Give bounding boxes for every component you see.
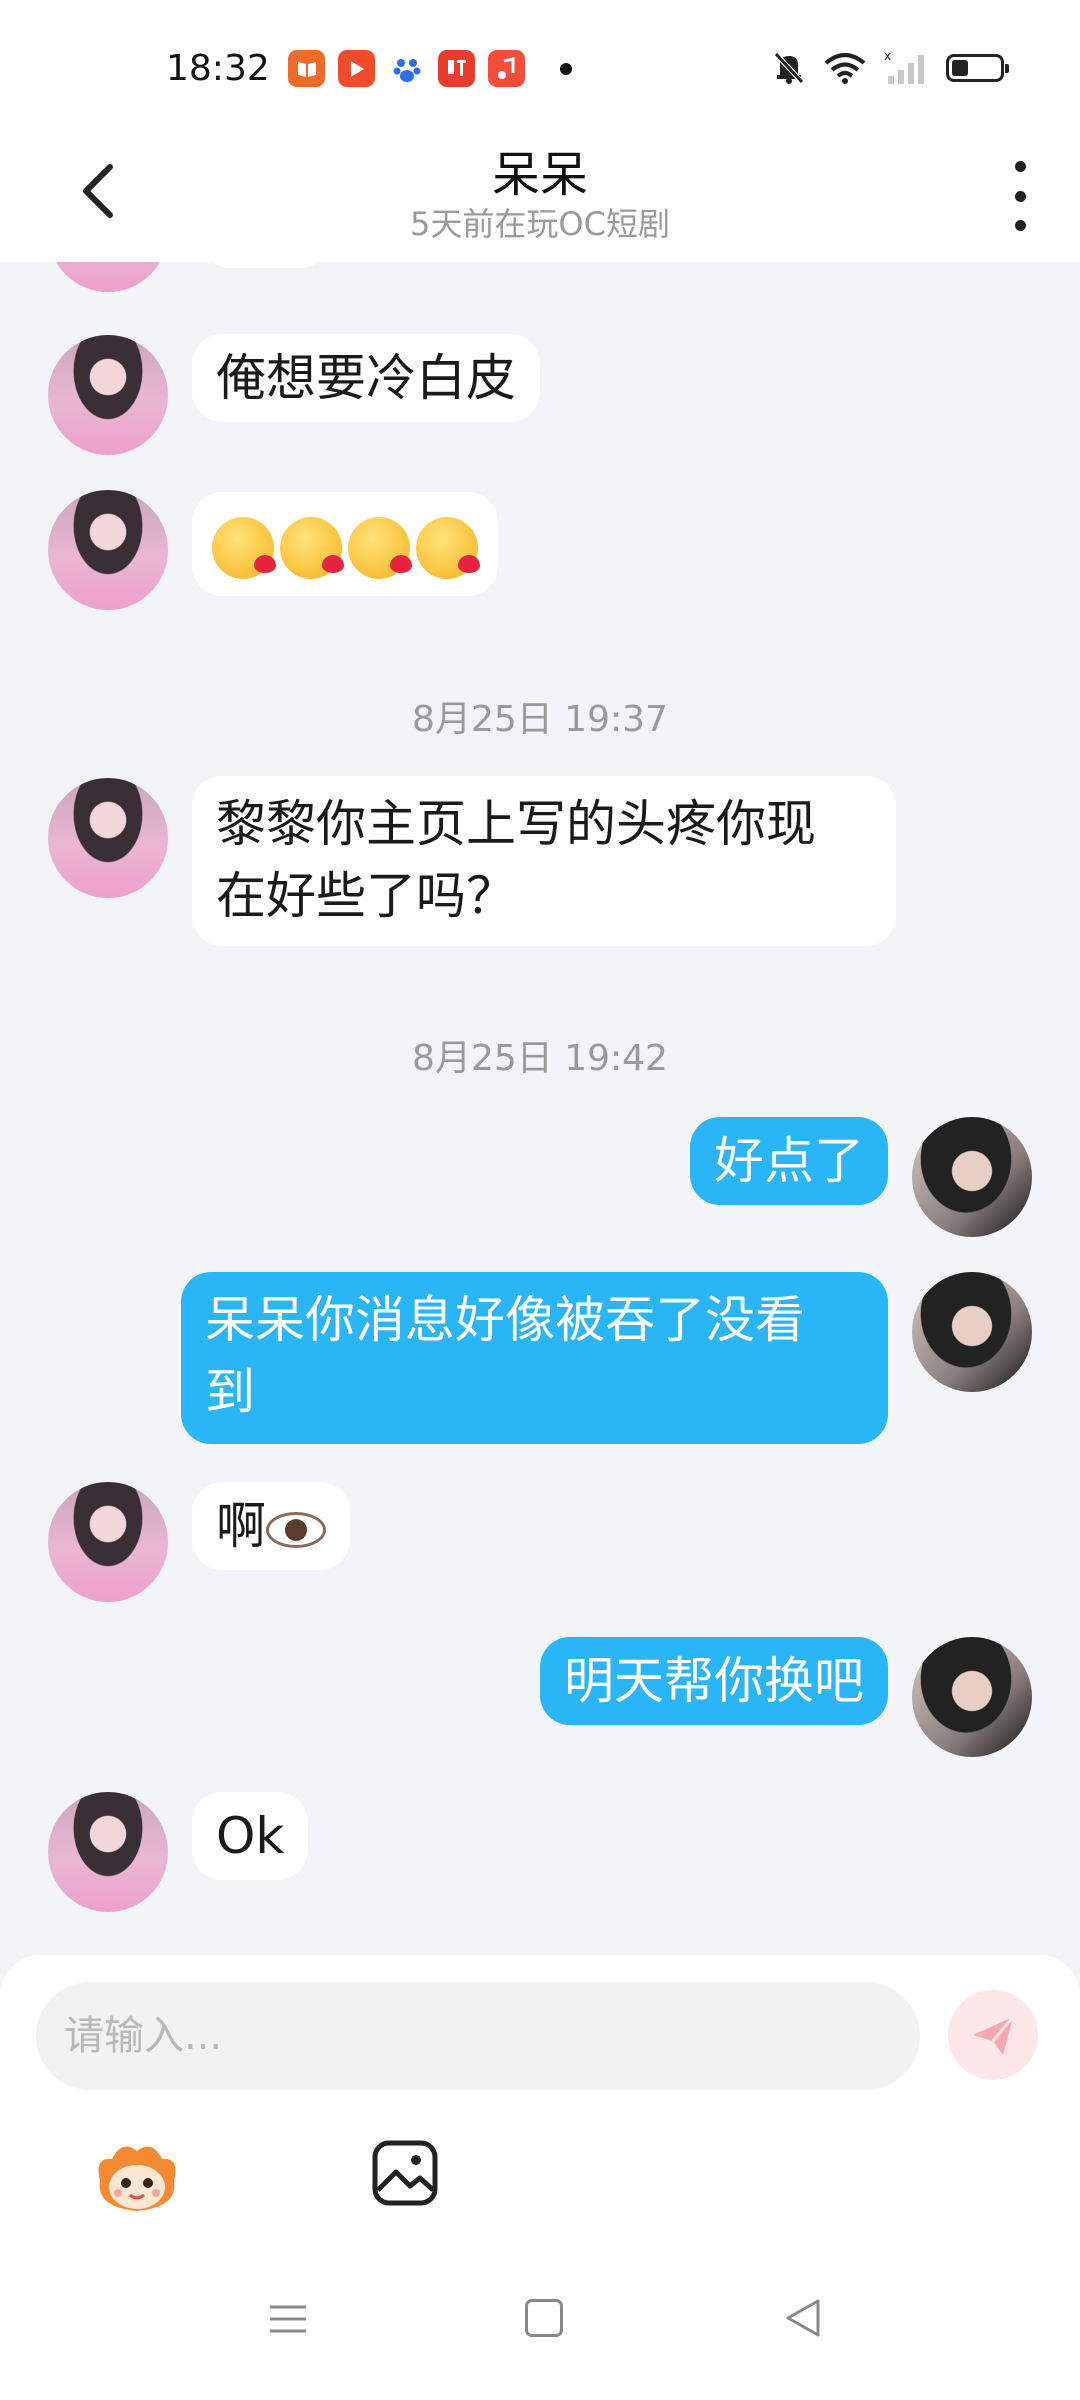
message-bubble-sent[interactable]: 好点了 — [690, 1117, 888, 1205]
baidu-paw-icon — [388, 50, 425, 87]
book-app-icon — [288, 50, 325, 87]
contact-avatar[interactable] — [48, 778, 168, 898]
message-bubble-received[interactable]: 俺想要冷白皮 — [192, 334, 540, 422]
svg-text:x: x — [884, 50, 891, 63]
battery-icon — [946, 54, 1009, 82]
mascot-sticker-icon[interactable] — [92, 2137, 182, 2217]
contact-avatar[interactable] — [48, 335, 168, 455]
image-picker-icon[interactable] — [370, 2138, 440, 2208]
chat-header: 呆呆 5天前在玩OC短剧 — [0, 135, 1080, 262]
contact-avatar[interactable] — [48, 262, 168, 292]
contact-avatar[interactable] — [48, 490, 168, 610]
message-text-line: 黎黎你主页上写的头疼你现 — [216, 795, 816, 853]
music-app-icon — [488, 50, 525, 87]
recent-apps-icon[interactable] — [268, 2299, 308, 2339]
send-plane-icon — [973, 2016, 1015, 2055]
message-text: Ok — [216, 1807, 285, 1865]
message-bubble-sent[interactable]: 明天帮你换吧 — [540, 1637, 888, 1725]
kissing-face-emoji — [280, 516, 344, 579]
video-app-icon — [338, 50, 375, 87]
message-bubble-sent[interactable]: 呆呆你消息好像被吞了没看 到 — [181, 1272, 888, 1444]
home-icon[interactable] — [525, 2299, 563, 2337]
send-button[interactable] — [948, 1990, 1038, 2080]
message-bubble-partial — [200, 262, 330, 268]
kissing-face-emoji — [348, 516, 412, 579]
message-text: 好点了 — [714, 1132, 864, 1190]
battery-level — [952, 60, 968, 76]
more-options-icon[interactable] — [1000, 161, 1040, 231]
message-text: 俺想要冷白皮 — [216, 349, 516, 407]
user-avatar[interactable] — [912, 1117, 1032, 1237]
message-text: 啊 — [216, 1497, 266, 1555]
kissing-face-emoji — [212, 516, 276, 579]
message-bubble-received[interactable]: 啊 — [192, 1482, 350, 1570]
nav-back-icon[interactable] — [780, 2295, 826, 2341]
eye-emoji — [266, 1511, 326, 1548]
more-notifications-dot — [560, 62, 572, 75]
composer-panel: 请输入... — [0, 1955, 1080, 2255]
notification-app-icons — [288, 50, 572, 87]
listen-app-icon — [438, 50, 475, 87]
status-time: 18:32 — [166, 48, 270, 89]
signal-bars-icon: x — [884, 50, 924, 84]
message-timestamp: 8月25日 19:37 — [412, 699, 668, 740]
contact-name: 呆呆 — [491, 147, 588, 203]
status-indicators: x — [772, 50, 1009, 86]
user-avatar[interactable] — [912, 1637, 1032, 1757]
message-bubble-received[interactable]: 黎黎你主页上写的头疼你现 在好些了吗？ — [192, 776, 896, 946]
system-nav-bar — [0, 2255, 1080, 2400]
message-timestamp: 8月25日 19:42 — [412, 1038, 668, 1079]
contact-avatar[interactable] — [48, 1482, 168, 1602]
kissing-face-emoji — [416, 516, 480, 579]
contact-avatar[interactable] — [48, 1792, 168, 1912]
message-input[interactable]: 请输入... — [36, 1982, 920, 2090]
contact-activity-status: 5天前在玩OC短剧 — [410, 205, 670, 243]
mute-bell-icon — [774, 52, 804, 84]
message-text-line: 在好些了吗？ — [216, 867, 516, 925]
status-bar: 18:32 x — [0, 0, 1080, 135]
message-bubble-received[interactable] — [192, 492, 498, 596]
message-list[interactable]: 俺想要冷白皮 8月25日 19:37 黎黎你主页上写的头疼你现 在好些了吗？ 8… — [0, 262, 1080, 1955]
message-bubble-received[interactable]: Ok — [192, 1792, 309, 1880]
message-text: 明天帮你换吧 — [564, 1652, 864, 1710]
message-text-line: 到 — [205, 1363, 255, 1421]
user-avatar[interactable] — [912, 1272, 1032, 1392]
message-text-line: 呆呆你消息好像被吞了没看 — [205, 1291, 805, 1349]
wifi-icon — [824, 53, 866, 84]
